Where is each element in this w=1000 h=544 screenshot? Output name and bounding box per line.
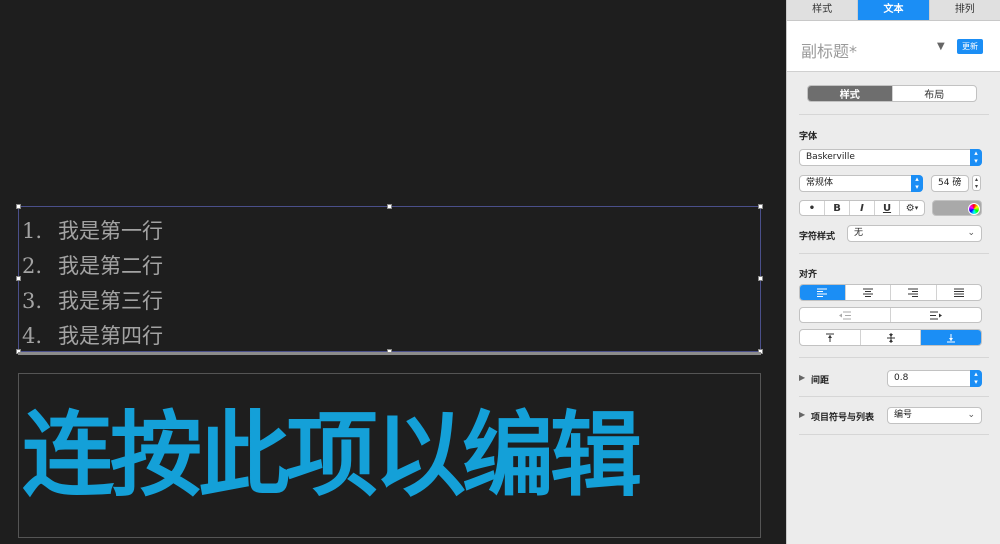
list-item-number: 3.	[22, 289, 43, 313]
font-size-stepper[interactable]: ▴ ▾	[972, 175, 981, 191]
list-item-text: 我是第三行	[58, 289, 163, 313]
popup-stepper-icon: ▴ ▾	[970, 149, 982, 166]
tab-arrange[interactable]: 排列	[930, 0, 1000, 20]
align-top-icon[interactable]	[800, 330, 861, 345]
update-style-button[interactable]: 更新	[957, 39, 983, 54]
format-inspector: 样式 文本 排列 副标题* ▼ 更新 样式 布局 字体 Baskerville …	[786, 0, 1000, 544]
gear-icon: ⚙	[905, 202, 915, 214]
align-bottom-icon[interactable]	[921, 330, 981, 345]
divider	[799, 253, 989, 254]
paragraph-style-selector[interactable]: 副标题* ▼ 更新	[787, 21, 1000, 72]
align-justify-icon[interactable]	[937, 285, 982, 300]
font-family-value: Baskerville	[806, 152, 855, 162]
popup-stepper-icon: ▴ ▾	[911, 175, 923, 192]
inspector-tabbar: 样式 文本 排列	[787, 0, 1000, 21]
list-item[interactable]: 1. 我是第一行	[22, 215, 163, 245]
divider	[799, 114, 989, 115]
character-format-buttons: • B I U ⚙ ▾	[799, 200, 925, 216]
disclosure-triangle-icon[interactable]: ▶	[799, 410, 805, 419]
spacing-value: 0.8	[894, 373, 909, 383]
divider	[799, 434, 989, 435]
chevron-down-icon[interactable]: ▼	[937, 41, 945, 52]
bullets-and-lists-label[interactable]: 项目符号与列表	[811, 410, 874, 423]
char-style-value: 无	[854, 228, 864, 238]
resize-handle-right[interactable]	[758, 276, 763, 281]
chevron-down-icon: ⌄	[967, 228, 975, 238]
resize-handle-top-left[interactable]	[16, 204, 21, 209]
resize-handle-top[interactable]	[387, 204, 392, 209]
popup-stepper-icon: ▴ ▾	[970, 370, 982, 387]
list-item-number: 2.	[22, 254, 43, 278]
char-style-popup[interactable]: 无 ⌄	[847, 225, 982, 242]
style-layout-segmented-control: 样式 布局	[807, 85, 977, 102]
paragraph-style-name: 副标题*	[801, 42, 858, 61]
font-size-field[interactable]: 54 磅	[931, 175, 969, 192]
color-wheel-icon[interactable]	[968, 203, 980, 215]
indent-control	[799, 307, 982, 323]
list-item-text: 我是第一行	[58, 219, 163, 243]
segment-style[interactable]: 样式	[808, 86, 893, 101]
gear-menu-button[interactable]: ⚙ ▾	[900, 201, 924, 215]
divider	[799, 396, 989, 397]
list-item[interactable]: 3. 我是第三行	[22, 285, 163, 315]
italic-button[interactable]: I	[850, 201, 875, 215]
font-size-value: 54 磅	[938, 178, 962, 188]
segment-layout[interactable]: 布局	[893, 86, 977, 101]
text-box-underline	[18, 352, 761, 355]
vertical-alignment-control	[799, 329, 982, 346]
typeface-value: 常规体	[806, 178, 834, 188]
spacing-label[interactable]: 间距	[811, 373, 829, 386]
list-item-number: 4.	[22, 324, 43, 348]
list-item[interactable]: 4. 我是第四行	[22, 320, 163, 350]
list-item[interactable]: 2. 我是第二行	[22, 250, 163, 280]
list-item-text: 我是第四行	[58, 324, 163, 348]
resize-handle-top-right[interactable]	[758, 204, 763, 209]
align-center-icon[interactable]	[846, 285, 891, 300]
resize-handle-left[interactable]	[16, 276, 21, 281]
font-family-popup[interactable]: Baskerville ▴ ▾	[799, 149, 982, 166]
char-style-label: 字符样式	[799, 232, 836, 242]
align-middle-icon[interactable]	[861, 330, 922, 345]
tab-style[interactable]: 样式	[787, 0, 859, 20]
divider	[799, 357, 989, 358]
underline-button[interactable]: U	[875, 201, 900, 215]
bullets-value: 编号	[894, 410, 913, 420]
spacing-popup[interactable]: 0.8 ▴ ▾	[887, 370, 982, 387]
font-section-label: 字体	[799, 132, 818, 142]
body-placeholder-text[interactable]: 连按此项以编辑	[22, 385, 762, 525]
align-left-icon[interactable]	[800, 285, 846, 300]
decrease-indent-icon[interactable]	[800, 308, 891, 322]
align-right-icon[interactable]	[891, 285, 937, 300]
typeface-popup[interactable]: 常规体 ▴ ▾	[799, 175, 923, 192]
increase-indent-icon[interactable]	[891, 308, 981, 322]
horizontal-alignment-control	[799, 284, 982, 301]
bullet-button[interactable]: •	[800, 201, 825, 215]
alignment-section-label: 对齐	[799, 270, 818, 280]
list-item-number: 1.	[22, 219, 43, 243]
disclosure-triangle-icon[interactable]: ▶	[799, 373, 805, 382]
chevron-down-icon: ⌄	[967, 410, 975, 420]
bullets-popup[interactable]: 编号 ⌄	[887, 407, 982, 424]
bold-button[interactable]: B	[825, 201, 850, 215]
tab-text[interactable]: 文本	[858, 0, 930, 20]
slide-canvas[interactable]: 1. 我是第一行 2. 我是第二行 3. 我是第三行 4. 我是第四行 连按此项以编辑	[0, 0, 786, 544]
list-item-text: 我是第二行	[58, 254, 163, 278]
chevron-down-icon: ▾	[914, 204, 919, 212]
